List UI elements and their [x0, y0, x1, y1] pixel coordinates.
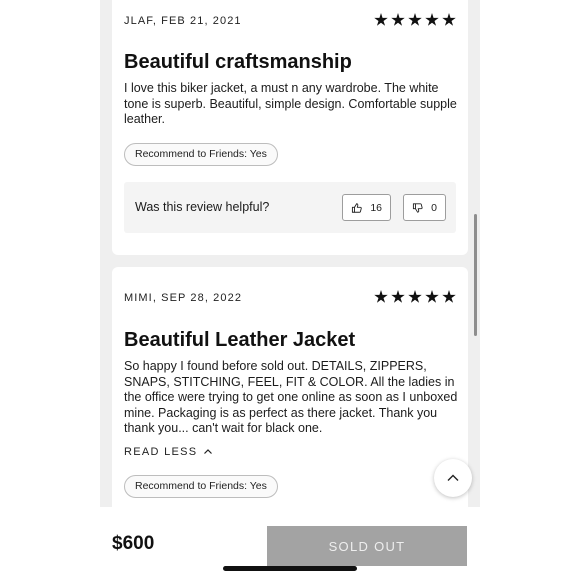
- review-body: I love this biker jacket, a must n any w…: [124, 81, 457, 126]
- star-icon: [442, 13, 456, 26]
- review-author-date: JLAF, FEB 21, 2021: [124, 15, 242, 27]
- sold-out-button[interactable]: SOLD OUT: [267, 526, 467, 566]
- thumbs-up-icon: [351, 202, 362, 213]
- star-icon: [425, 290, 439, 303]
- star-icon: [442, 290, 456, 303]
- review-title: Beautiful craftsmanship: [124, 51, 352, 73]
- star-icon: [374, 13, 388, 26]
- star-icon: [425, 13, 439, 26]
- price: $600: [112, 533, 155, 554]
- helpful-prompt: Was this review helpful?: [135, 200, 270, 214]
- scrollbar[interactable]: [474, 214, 477, 336]
- star-icon: [391, 290, 405, 303]
- review-author-date: MIMI, SEP 28, 2022: [124, 292, 243, 304]
- home-indicator: [223, 566, 357, 571]
- product-reviews-page: JLAF, FEB 21, 2021 Beautiful craftsmansh…: [100, 0, 480, 580]
- review-title: Beautiful Leather Jacket: [124, 329, 356, 351]
- star-rating: [374, 13, 456, 27]
- star-icon: [408, 290, 422, 303]
- recommend-badge: Recommend to Friends: Yes: [124, 475, 278, 498]
- review-card: JLAF, FEB 21, 2021 Beautiful craftsmansh…: [112, 0, 468, 255]
- star-icon: [408, 13, 422, 26]
- helpful-yes-button[interactable]: 16: [342, 194, 391, 221]
- read-less-label: READ LESS: [124, 446, 198, 458]
- read-less-link[interactable]: READ LESS: [124, 446, 213, 458]
- chevron-up-icon: [447, 474, 459, 481]
- review-card: MIMI, SEP 28, 2022 Beautiful Leather Jac…: [112, 267, 468, 527]
- review-body: So happy I found before sold out. DETAIL…: [124, 359, 458, 435]
- helpful-panel: Was this review helpful? 16 0: [124, 182, 456, 233]
- star-icon: [374, 290, 388, 303]
- chevron-up-icon: [204, 449, 213, 454]
- thumbs-down-icon: [412, 202, 423, 213]
- star-rating: [374, 290, 456, 304]
- helpful-yes-count: 16: [370, 201, 382, 214]
- helpful-no-button[interactable]: 0: [403, 194, 446, 221]
- helpful-no-count: 0: [431, 201, 437, 214]
- recommend-badge: Recommend to Friends: Yes: [124, 143, 278, 166]
- scroll-to-top-button[interactable]: [434, 459, 472, 497]
- star-icon: [391, 13, 405, 26]
